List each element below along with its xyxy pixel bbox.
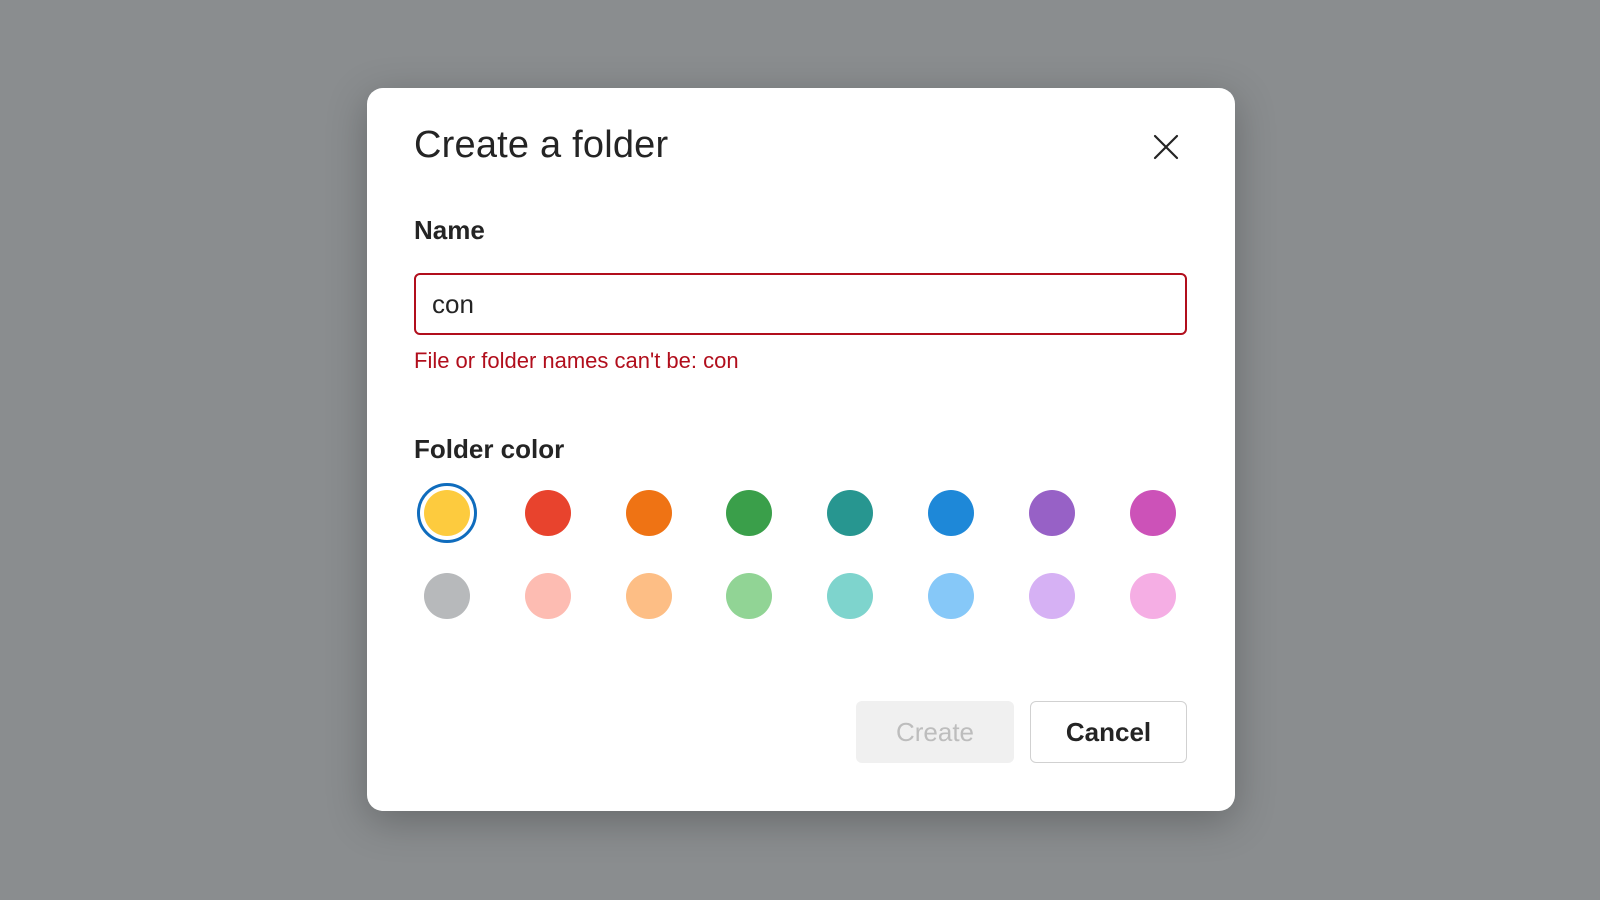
close-button[interactable] bbox=[1150, 131, 1182, 163]
folder-name-input[interactable] bbox=[414, 273, 1187, 335]
color-swatch-light-purple[interactable] bbox=[1029, 573, 1075, 619]
color-swatch-orange[interactable] bbox=[626, 490, 672, 536]
name-label: Name bbox=[414, 215, 485, 245]
name-error-message: File or folder names can't be: con bbox=[414, 348, 739, 373]
color-row-dark bbox=[414, 483, 1187, 573]
color-swatch-teal[interactable] bbox=[827, 490, 873, 536]
color-swatch-magenta[interactable] bbox=[1130, 490, 1176, 536]
color-swatch-gray[interactable] bbox=[424, 573, 470, 619]
color-swatch-light-magenta[interactable] bbox=[1130, 573, 1176, 619]
dialog-title: Create a folder bbox=[414, 124, 669, 166]
color-swatch-purple[interactable] bbox=[1029, 490, 1075, 536]
cancel-button[interactable]: Cancel bbox=[1030, 701, 1187, 763]
color-swatch-light-red[interactable] bbox=[525, 573, 571, 619]
create-button[interactable]: Create bbox=[856, 701, 1014, 763]
color-swatch-light-blue[interactable] bbox=[928, 573, 974, 619]
folder-color-picker bbox=[414, 483, 1187, 656]
color-swatch-light-orange[interactable] bbox=[626, 573, 672, 619]
color-swatch-blue[interactable] bbox=[928, 490, 974, 536]
close-icon bbox=[1153, 134, 1179, 160]
folder-color-label: Folder color bbox=[414, 434, 565, 464]
color-swatch-light-teal[interactable] bbox=[827, 573, 873, 619]
color-swatch-red[interactable] bbox=[525, 490, 571, 536]
color-row-light bbox=[414, 573, 1187, 656]
color-swatch-yellow[interactable] bbox=[417, 483, 477, 543]
color-swatch-green[interactable] bbox=[726, 490, 772, 536]
create-folder-dialog: Create a folder Name File or folder name… bbox=[367, 88, 1235, 811]
color-swatch-light-green[interactable] bbox=[726, 573, 772, 619]
